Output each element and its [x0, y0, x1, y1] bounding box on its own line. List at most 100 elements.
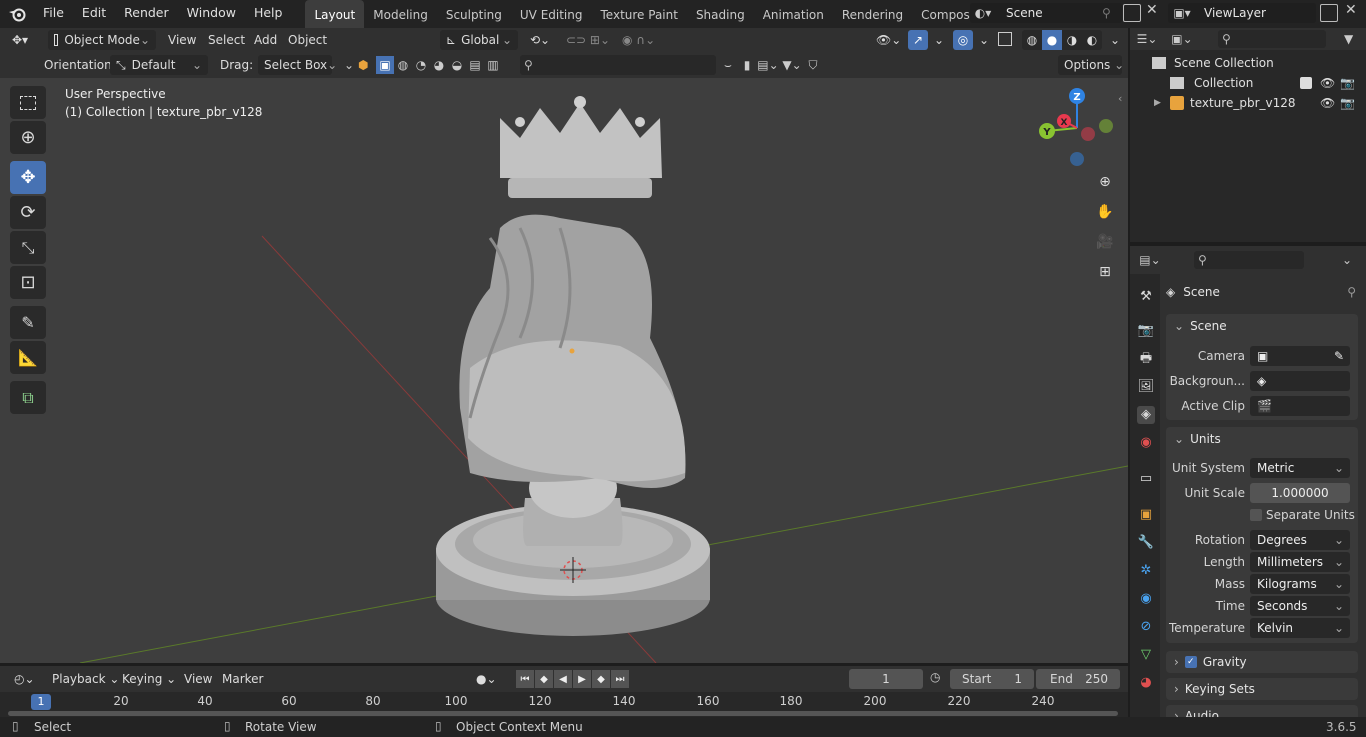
mass-dropdown[interactable]: Kilograms ⌄: [1250, 574, 1350, 594]
tool-add-cube[interactable]: ⧉: [10, 381, 46, 414]
workspace-tab-rendering[interactable]: Rendering: [833, 0, 912, 28]
menu-select[interactable]: Select: [202, 30, 251, 50]
stopwatch-icon[interactable]: ◷: [930, 670, 940, 684]
mode-dropdown[interactable]: Object Mode ⌄: [48, 30, 156, 50]
select-mode-icon[interactable]: ▤: [466, 58, 484, 72]
perspective-toggle-icon[interactable]: ⊞: [1093, 260, 1117, 284]
new-view-layer-icon[interactable]: [1320, 4, 1338, 22]
pan-hand-icon[interactable]: ✋: [1093, 200, 1117, 224]
outliner-item-object[interactable]: ▶ texture_pbr_v128 👁 📷: [1154, 94, 1366, 112]
rotation-dropdown[interactable]: Degrees ⌄: [1250, 530, 1350, 550]
tool-annotate[interactable]: ✎: [10, 306, 46, 339]
outliner-item-collection[interactable]: Collection 👁 📷: [1170, 74, 1366, 92]
new-scene-icon[interactable]: [1123, 4, 1141, 22]
current-frame-field[interactable]: 1: [849, 669, 923, 689]
menu-add[interactable]: Add: [248, 30, 283, 50]
menu-help[interactable]: Help: [245, 0, 292, 28]
gravity-panel[interactable]: › ✓ Gravity: [1166, 651, 1358, 673]
chevron-down-icon[interactable]: ⌄: [344, 58, 358, 72]
bookmark-icon[interactable]: ▮: [738, 58, 756, 72]
layout-icon[interactable]: ▤⌄: [756, 58, 780, 72]
view-layer-selector[interactable]: ▣▾ ViewLayer: [1168, 3, 1316, 23]
menu-file[interactable]: File: [34, 0, 73, 28]
physics-tab-icon[interactable]: ◉: [1137, 590, 1155, 608]
select-intersect-icon[interactable]: ◒: [448, 58, 466, 72]
data-tab-icon[interactable]: ▽: [1137, 646, 1155, 664]
select-invert-icon[interactable]: ◕: [430, 58, 448, 72]
next-keyframe-icon[interactable]: ◆: [592, 670, 610, 688]
select-all-icon[interactable]: ▥: [484, 58, 502, 72]
gravity-checkbox[interactable]: ✓: [1184, 656, 1197, 668]
render-tab-icon[interactable]: 📷: [1137, 322, 1155, 340]
audio-panel[interactable]: › Audio: [1166, 705, 1358, 717]
eye-icon[interactable]: 👁: [1320, 76, 1335, 90]
cube-color-icon[interactable]: ⬢: [358, 58, 376, 72]
eye-icon[interactable]: 👁: [1320, 96, 1335, 110]
transform-orientation-dropdown[interactable]: ⊾ Global ⌄: [440, 30, 518, 50]
camera-field[interactable]: ▣ ✎: [1250, 346, 1350, 366]
pin-icon[interactable]: ⚲: [1102, 6, 1122, 20]
tool-select-box[interactable]: [10, 86, 46, 119]
gizmo-toggle-icon[interactable]: ↗: [908, 30, 928, 50]
constraints-tab-icon[interactable]: ⊘: [1137, 618, 1155, 636]
material-tab-icon[interactable]: ◕: [1137, 674, 1155, 692]
scene-selector[interactable]: ◐▾ Scene ⚲: [970, 3, 1122, 23]
editor-type-icon[interactable]: ✥▾: [6, 30, 34, 50]
options-dropdown[interactable]: Options ⌄: [1058, 55, 1124, 75]
object-tab-icon[interactable]: ▣: [1137, 506, 1155, 524]
particles-tab-icon[interactable]: ✲: [1137, 562, 1155, 580]
properties-editor-icon[interactable]: ▤⌄: [1130, 253, 1170, 267]
scene-name[interactable]: Scene: [996, 6, 1102, 20]
world-tab-icon[interactable]: ◉: [1137, 434, 1155, 452]
scene-tab-icon[interactable]: ◈: [1137, 406, 1155, 424]
remove-scene-icon[interactable]: ✕: [1146, 2, 1158, 18]
auto-keying-icon[interactable]: ●⌄: [470, 669, 503, 689]
properties-search-input[interactable]: ⚲: [1194, 251, 1304, 269]
drag-dropdown[interactable]: Select Box ⌄: [258, 55, 337, 75]
outliner-root[interactable]: Scene Collection: [1152, 54, 1274, 72]
visibility-icon[interactable]: 👁⌄: [870, 30, 907, 50]
unit-system-dropdown[interactable]: Metric ⌄: [1250, 458, 1350, 478]
pivot-point-icon[interactable]: ⟲⌄: [524, 30, 556, 50]
camera-view-icon[interactable]: 🎥: [1093, 230, 1117, 254]
keying-sets-header[interactable]: › Keying Sets: [1166, 678, 1358, 700]
tool-measure[interactable]: 📐: [10, 341, 46, 374]
gravity-panel-header[interactable]: › ✓ Gravity: [1166, 651, 1358, 673]
active-clip-field[interactable]: 🎬: [1250, 396, 1350, 416]
keying-sets-panel[interactable]: › Keying Sets: [1166, 678, 1358, 700]
checkbox-icon[interactable]: [1300, 77, 1312, 89]
length-dropdown[interactable]: Millimeters ⌄: [1250, 552, 1350, 572]
workspace-tab-layout[interactable]: Layout: [305, 0, 365, 28]
snap-icon[interactable]: ⊂⊃ ⊞⌄: [560, 30, 616, 50]
separate-units-checkbox[interactable]: [1250, 509, 1262, 521]
playhead[interactable]: 1: [31, 694, 51, 710]
solid-shading-icon[interactable]: ●: [1042, 30, 1062, 50]
xray-toggle-icon[interactable]: [998, 32, 1012, 46]
outliner-search-input[interactable]: ⚲: [1218, 30, 1326, 48]
workspace-tab-texture-paint[interactable]: Texture Paint: [592, 0, 687, 28]
eyedropper-icon[interactable]: ✎: [1334, 346, 1344, 366]
timeline-ruler[interactable]: 1 20 40 60 80 100 120 140 160 180 200 22…: [0, 692, 1128, 718]
view-layer-tab-icon[interactable]: 🖼: [1137, 378, 1155, 396]
orientation-dropdown[interactable]: ⤡ Default ⌄: [110, 55, 208, 75]
expand-arrow-icon[interactable]: ▶: [1154, 98, 1170, 108]
display-mode-icon[interactable]: ▣⌄: [1164, 32, 1200, 46]
marker-menu[interactable]: Marker: [216, 669, 269, 689]
timeline-view-menu[interactable]: View: [178, 669, 218, 689]
menu-edit[interactable]: Edit: [73, 0, 115, 28]
zoom-icon[interactable]: ⊕: [1093, 170, 1117, 194]
workspace-tab-shading[interactable]: Shading: [687, 0, 754, 28]
tool-tab-icon[interactable]: ⚒: [1137, 288, 1155, 306]
gizmo-dropdown-icon[interactable]: ⌄: [928, 30, 950, 50]
modifier-tab-icon[interactable]: 🔧: [1137, 534, 1155, 552]
menu-window[interactable]: Window: [178, 0, 245, 28]
select-extend-icon[interactable]: ◍: [394, 58, 412, 72]
navigation-gizmo[interactable]: Z Y X: [1033, 84, 1123, 174]
rendered-shading-icon[interactable]: ◐: [1082, 33, 1102, 47]
workspace-tab-sculpting[interactable]: Sculpting: [437, 0, 511, 28]
tool-scale[interactable]: ⤡: [10, 231, 46, 264]
collapse-sidebar-icon[interactable]: ‹: [1118, 92, 1122, 105]
remove-view-layer-icon[interactable]: ✕: [1345, 2, 1357, 18]
start-frame-field[interactable]: Start 1: [950, 669, 1034, 689]
prev-keyframe-icon[interactable]: ◆: [535, 670, 553, 688]
